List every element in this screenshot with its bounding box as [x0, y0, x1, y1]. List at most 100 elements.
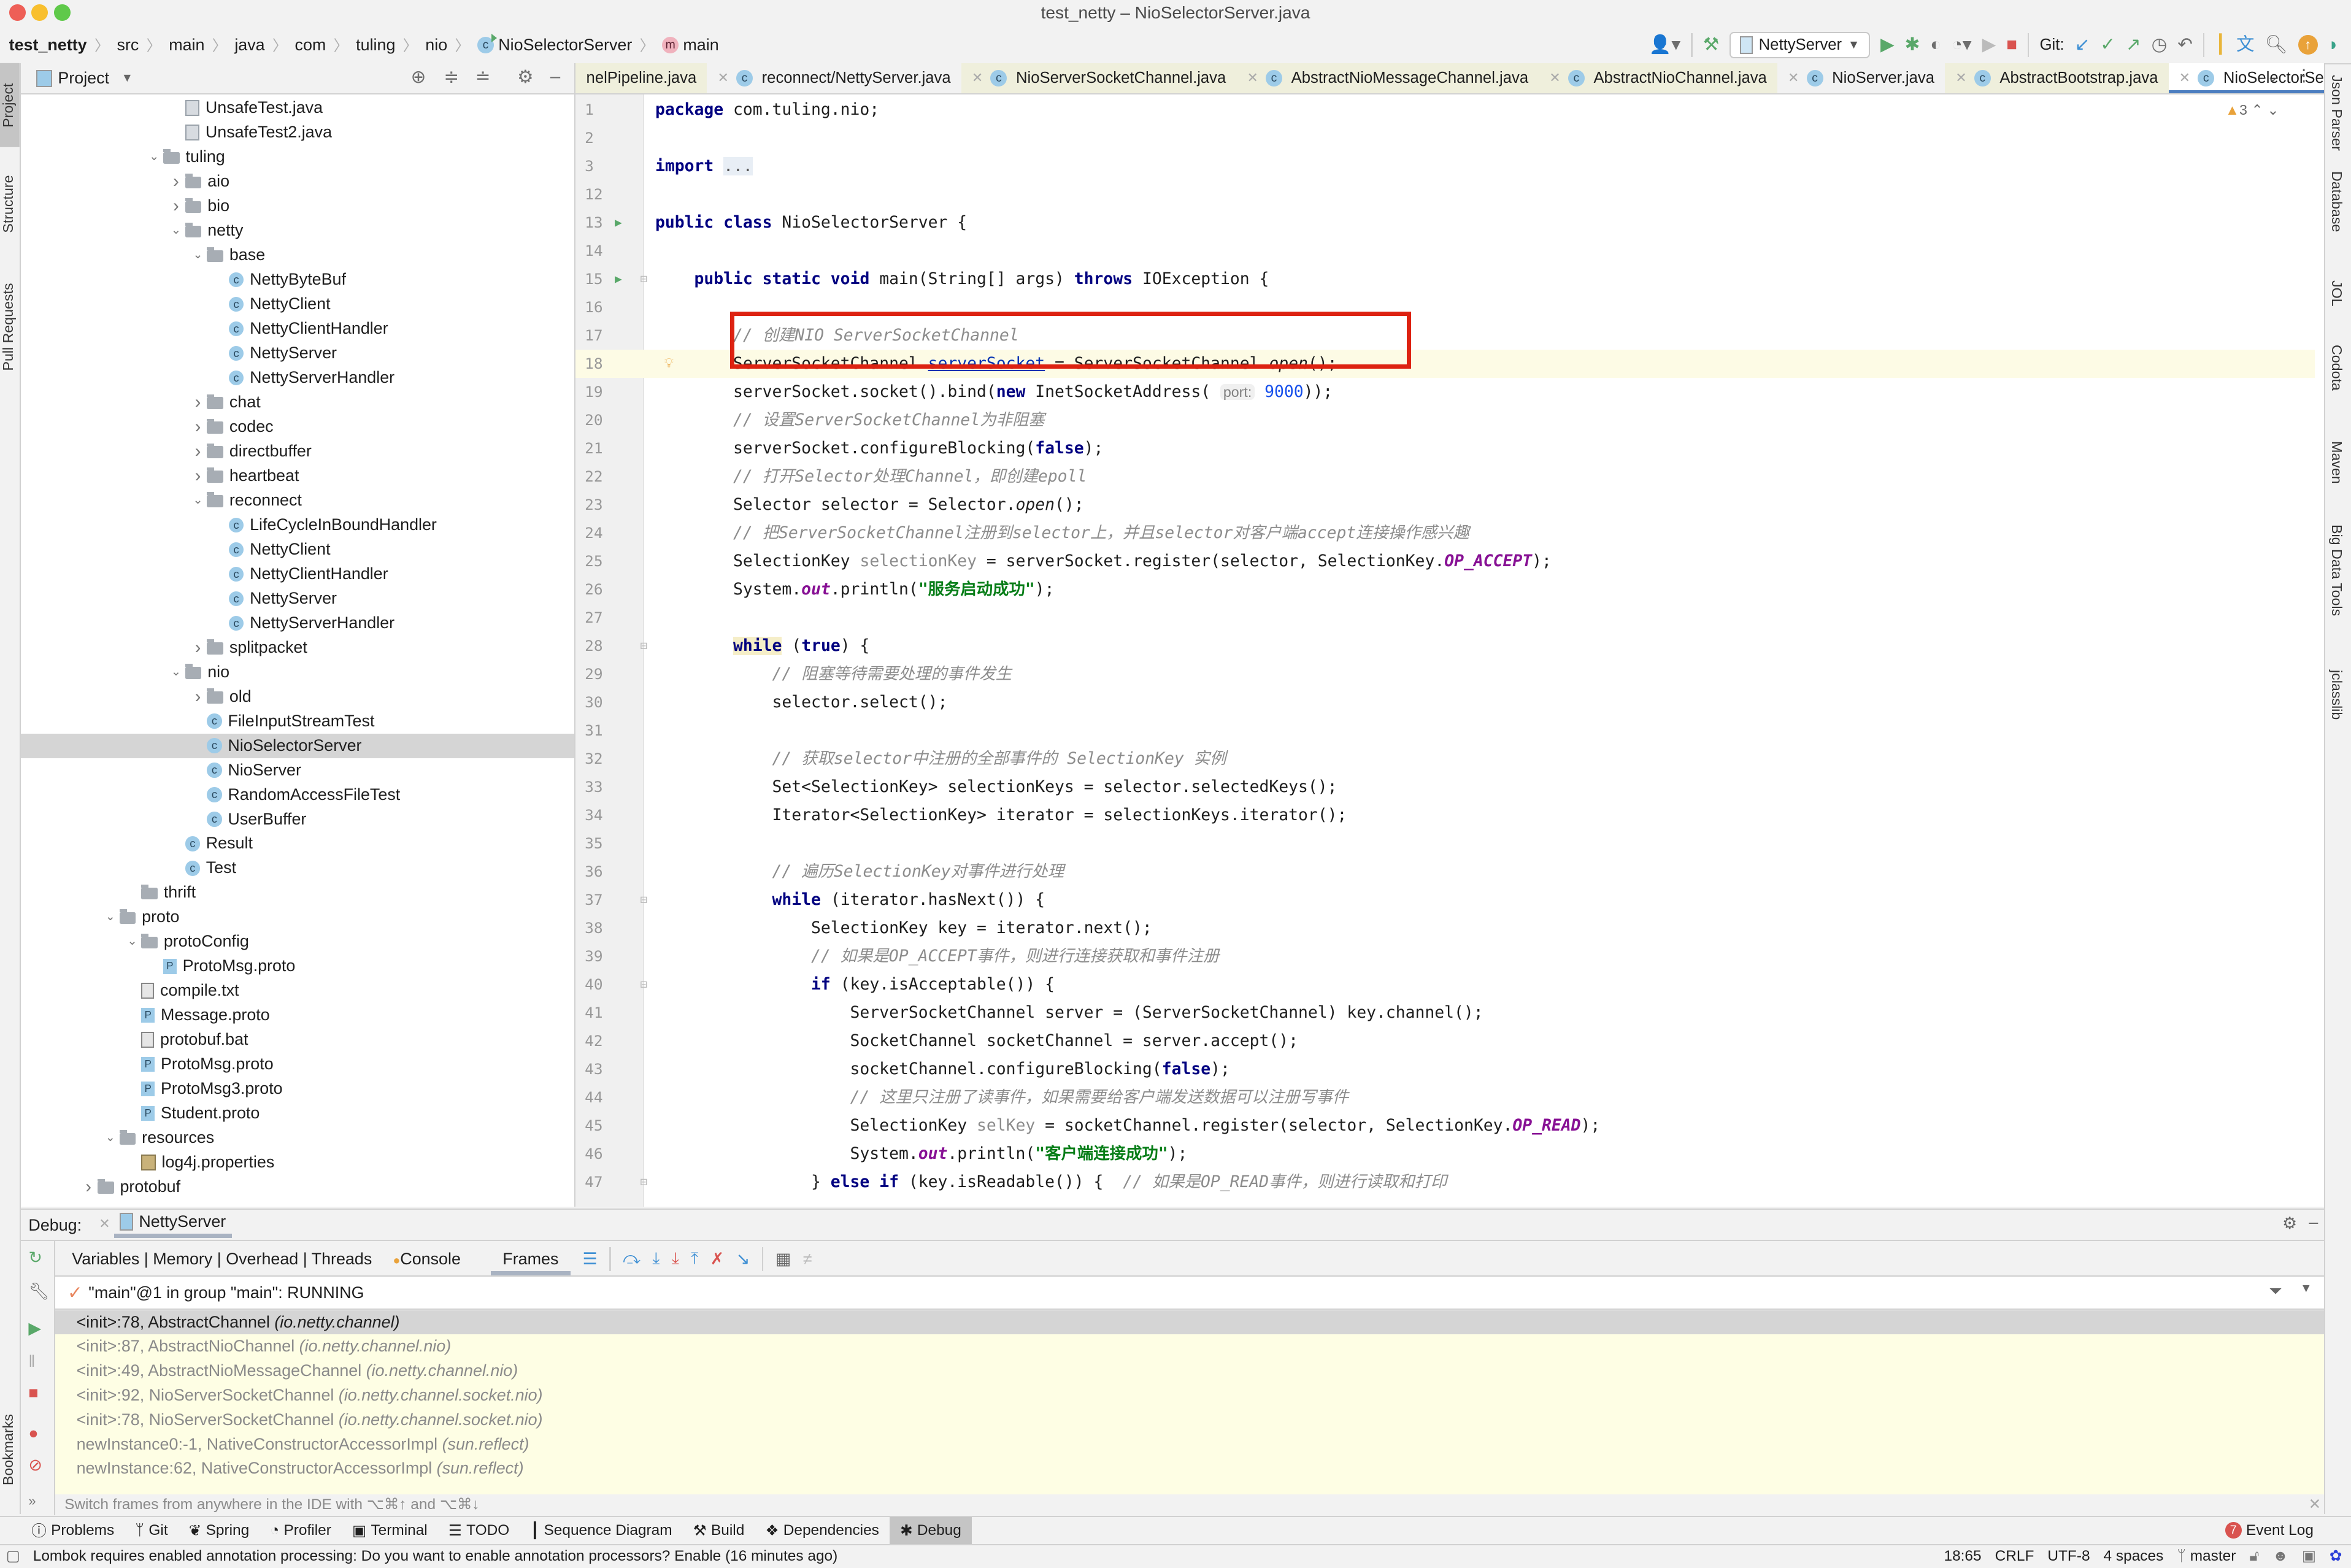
close-tab-icon[interactable]: ✕: [1788, 63, 1799, 93]
tree-item[interactable]: ⌄ reconnect: [21, 488, 574, 513]
step-out-icon[interactable]: ⤒: [691, 1249, 698, 1269]
line-number[interactable]: 18: [585, 350, 612, 378]
tree-item[interactable]: ⌄ tuling: [21, 145, 574, 169]
tree-item[interactable]: c NettyClientHandler: [21, 317, 574, 341]
chevron-down-icon[interactable]: ⌄: [189, 243, 207, 267]
step-over-icon[interactable]: ⤼: [623, 1249, 641, 1269]
debug-session-tab[interactable]: NettyServer: [114, 1210, 232, 1239]
indent-setting[interactable]: 4 spaces: [2104, 1544, 2164, 1568]
close-session-icon[interactable]: ✕: [99, 1216, 110, 1232]
chevron-down-icon[interactable]: ▼: [2300, 1282, 2312, 1296]
collapse-all-icon[interactable]: ≐: [475, 66, 491, 88]
line-number[interactable]: 41: [585, 999, 612, 1027]
stack-frame[interactable]: newInstance0:-1, NativeConstructorAccess…: [55, 1432, 2324, 1457]
filter-icon[interactable]: ⏷: [2269, 1282, 2282, 1301]
event-log-button[interactable]: 7 Event Log: [2215, 1517, 2324, 1544]
chevron-right-icon[interactable]: ›: [189, 390, 207, 415]
tool-tab-codota[interactable]: Codota: [2328, 345, 2345, 391]
line-number[interactable]: 43: [585, 1055, 612, 1083]
breadcrumb-item[interactable]: java 〉: [234, 34, 294, 56]
step-into-icon[interactable]: ⤓: [652, 1249, 660, 1269]
locate-file-icon[interactable]: ⊕: [411, 66, 426, 88]
coverage-icon[interactable]: ◐: [1930, 30, 1941, 60]
tree-item[interactable]: › bio: [21, 194, 574, 218]
chevron-down-icon[interactable]: ⌄: [101, 905, 119, 929]
line-number[interactable]: 2: [585, 124, 612, 152]
tool-window-profiler[interactable]: ◔ Profiler: [260, 1517, 342, 1544]
tool-tab-database[interactable]: Database: [2328, 171, 2345, 232]
tree-item[interactable]: compile.txt: [21, 978, 574, 1003]
tree-item[interactable]: › directbuffer: [21, 439, 574, 464]
settings-wrench-icon[interactable]: 🔧︎: [28, 1282, 49, 1301]
chevron-down-icon[interactable]: ⌄: [189, 488, 207, 513]
profile-icon[interactable]: ◔▾: [1952, 30, 1971, 60]
rollback-icon[interactable]: ↶: [2177, 30, 2193, 60]
history-icon[interactable]: ◷: [2152, 30, 2168, 60]
mute-breakpoints-icon[interactable]: ⊘: [28, 1456, 42, 1475]
tree-item[interactable]: ⌄ protoConfig: [21, 929, 574, 954]
run-icon[interactable]: ▶: [1880, 30, 1895, 60]
tree-item[interactable]: › old: [21, 685, 574, 709]
show-execution-point-icon[interactable]: ☰: [582, 1250, 597, 1269]
resume-icon[interactable]: ▶: [28, 1319, 41, 1338]
tree-item[interactable]: P ProtoMsg.proto: [21, 1052, 574, 1077]
git-update-icon[interactable]: ↙: [2075, 30, 2090, 60]
git-push-icon[interactable]: ↗: [2126, 30, 2141, 60]
editor-tab[interactable]: nelPipeline.java: [575, 63, 707, 93]
tree-item[interactable]: ⌄ nio: [21, 660, 574, 685]
stop-icon[interactable]: ■: [28, 1383, 38, 1402]
line-number[interactable]: 21: [585, 434, 612, 463]
chevron-right-icon[interactable]: ›: [189, 636, 207, 660]
chevron-down-icon[interactable]: ⌄: [123, 929, 141, 954]
code-area[interactable]: 1 package com.tuling.nio; 2 3 import ... 12 13…: [575, 96, 2315, 1196]
tool-tab-bookmarks[interactable]: Bookmarks: [0, 1397, 20, 1502]
git-branch[interactable]: ᛘ master: [2177, 1544, 2236, 1568]
tree-item[interactable]: › heartbeat: [21, 464, 574, 488]
fold-icon[interactable]: ⊟: [641, 265, 648, 293]
chevron-right-icon[interactable]: ›: [80, 1175, 98, 1199]
chevron-right-icon[interactable]: ›: [189, 685, 207, 709]
hide-icon[interactable]: –: [2309, 1213, 2318, 1232]
tree-item[interactable]: c NettyClientHandler: [21, 562, 574, 586]
editor-tab[interactable]: ✕ c AbstractBootstrap.java: [1945, 63, 2169, 93]
tool-tab-json-parser[interactable]: Json Parser: [2328, 75, 2345, 151]
user-icon[interactable]: 👤▾: [1649, 30, 1680, 60]
breadcrumb-item[interactable]: main 〉: [169, 34, 234, 56]
translate-icon[interactable]: 文: [2236, 30, 2254, 60]
breadcrumb-item[interactable]: com 〉: [295, 34, 356, 56]
tree-item[interactable]: › splitpacket: [21, 636, 574, 660]
drop-frame-icon[interactable]: ✗: [710, 1250, 725, 1269]
attach-icon[interactable]: ▶: [1982, 30, 1996, 60]
line-number[interactable]: 12: [585, 180, 612, 209]
run-gutter-icon[interactable]: ▶: [615, 265, 622, 293]
tree-item[interactable]: c NettyByteBuf: [21, 267, 574, 292]
line-number[interactable]: 23: [585, 491, 612, 519]
close-tab-icon[interactable]: ✕: [717, 63, 728, 93]
close-tab-icon[interactable]: ✕: [972, 63, 983, 93]
line-ending[interactable]: CRLF: [1995, 1544, 2034, 1568]
tree-item[interactable]: UnsafeTest2.java: [21, 120, 574, 145]
line-number[interactable]: 25: [585, 547, 612, 575]
chevron-right-icon[interactable]: ›: [167, 169, 185, 194]
stack-frame[interactable]: <init>:87, AbstractNioChannel (io.netty.…: [55, 1334, 2324, 1359]
editor-tab[interactable]: ✕ c NioServerSocketChannel.java: [961, 63, 1237, 93]
more-icon[interactable]: ⋮: [2296, 66, 2312, 85]
tree-item[interactable]: c NettyServerHandler: [21, 611, 574, 636]
tool-tab-maven[interactable]: Maven: [2328, 441, 2345, 484]
tool-window-git[interactable]: ᛘ Git: [125, 1517, 178, 1544]
tree-item[interactable]: c RandomAccessFileTest: [21, 783, 574, 807]
line-number[interactable]: 46: [585, 1140, 612, 1168]
line-number[interactable]: 24: [585, 519, 612, 547]
tree-item[interactable]: ⌄ resources: [21, 1126, 574, 1150]
line-number[interactable]: 16: [585, 293, 612, 321]
tool-tab-jol[interactable]: JOL: [2328, 280, 2345, 307]
more-icon[interactable]: »: [28, 1493, 36, 1509]
tree-item[interactable]: ⌄ base: [21, 243, 574, 267]
code-token[interactable]: ...: [723, 157, 753, 176]
line-number[interactable]: 38: [585, 914, 612, 942]
line-number[interactable]: 17: [585, 321, 612, 350]
stop-icon[interactable]: ■: [2006, 30, 2017, 60]
line-number[interactable]: 1: [585, 96, 612, 124]
pause-icon[interactable]: ‖: [28, 1352, 35, 1371]
editor-tab[interactable]: ✕ c reconnect/NettyServer.java: [707, 63, 961, 93]
